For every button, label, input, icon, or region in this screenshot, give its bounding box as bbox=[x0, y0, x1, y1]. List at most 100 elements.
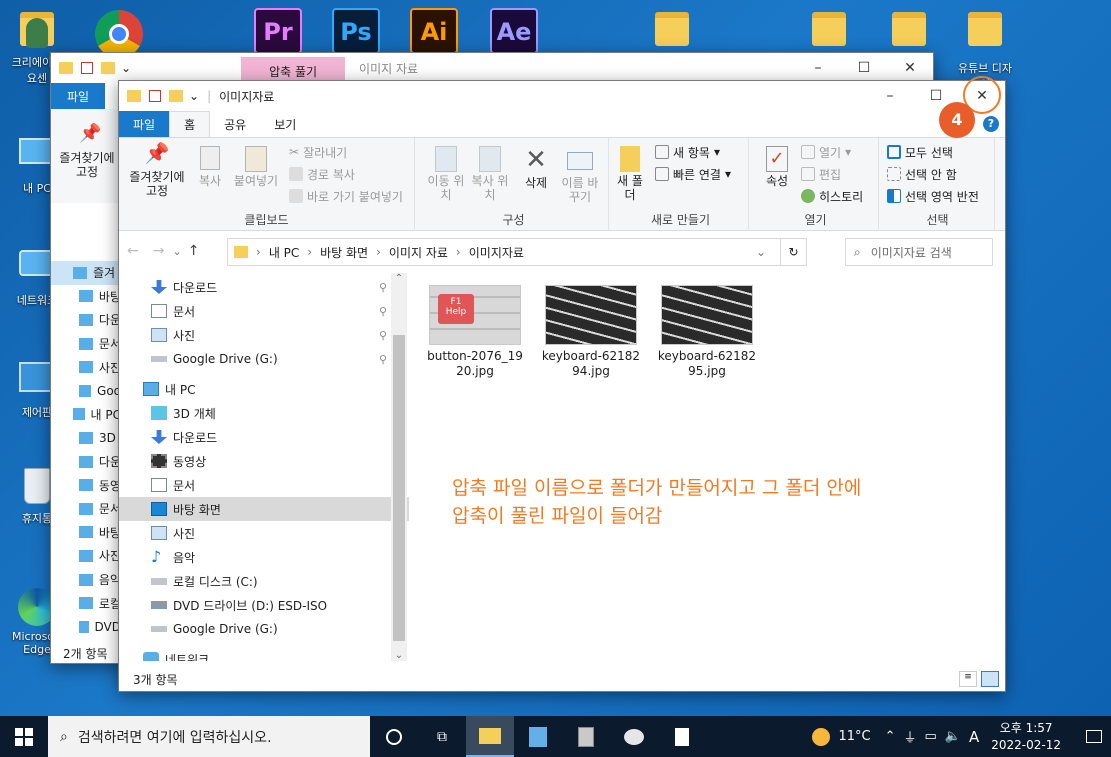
taskbar-calculator[interactable] bbox=[562, 716, 610, 757]
paste-button[interactable]: 붙여넣기 bbox=[231, 146, 281, 188]
breadcrumb-item[interactable]: 바탕 화면 bbox=[320, 244, 368, 261]
back-sidebar-item[interactable]: 로컬 bbox=[51, 591, 121, 615]
file-item[interactable]: keyboard-6218294.jpg bbox=[541, 285, 641, 379]
select-none-button[interactable]: 선택 안 함 bbox=[887, 164, 957, 184]
chevron-down-icon[interactable]: ⌄ bbox=[121, 61, 131, 75]
delete-button[interactable]: ✕ 삭제 bbox=[517, 146, 555, 190]
close-button[interactable]: ✕ bbox=[887, 53, 933, 83]
nav-tree-item[interactable]: 로컬 디스크 (C:) bbox=[119, 569, 409, 593]
nav-tree-item[interactable]: Google Drive (G:) ⚲ bbox=[119, 347, 409, 371]
nav-tree-item[interactable]: 바탕 화면 bbox=[119, 497, 409, 521]
nav-tree-item[interactable]: 3D 개체 bbox=[119, 401, 409, 425]
recent-chevron-icon[interactable]: ⌄ bbox=[172, 245, 181, 258]
pin-icon[interactable]: ⚲ bbox=[379, 305, 387, 318]
nav-tree-item[interactable]: 문서 bbox=[119, 473, 409, 497]
scroll-down-icon[interactable]: ⌄ bbox=[391, 650, 407, 661]
breadcrumb-item[interactable]: 내 PC bbox=[269, 244, 299, 261]
nav-tree-item[interactable]: 사진 bbox=[119, 521, 409, 545]
back-sidebar-item[interactable]: 내 PC bbox=[51, 403, 121, 427]
scroll-thumb[interactable] bbox=[393, 335, 405, 641]
weather-widget[interactable]: 11°C bbox=[812, 727, 871, 746]
nav-tree-item[interactable]: 네트워크 bbox=[119, 647, 409, 661]
nav-tree-item[interactable]: ♪ 음악 bbox=[119, 545, 409, 569]
taskbar-app[interactable] bbox=[514, 716, 562, 757]
premiere-icon[interactable]: Pr bbox=[254, 8, 302, 54]
back-sidebar-item[interactable]: 사진 bbox=[51, 544, 121, 568]
tab-view[interactable]: 보기 bbox=[260, 111, 310, 137]
chevron-down-icon[interactable]: ⌄ bbox=[189, 89, 199, 103]
back-sidebar-item[interactable]: 바탕 bbox=[51, 285, 121, 309]
photoshop-icon[interactable]: Ps bbox=[332, 8, 380, 54]
notification-center-button[interactable] bbox=[1077, 716, 1111, 757]
rename-button[interactable]: 이름 바꾸기 bbox=[557, 146, 603, 204]
back-sidebar-item[interactable]: 다운 bbox=[51, 450, 121, 474]
back-sidebar-item[interactable]: 즐겨 bbox=[51, 261, 121, 285]
folder-icon[interactable] bbox=[812, 12, 846, 46]
copy-button[interactable]: 복사 bbox=[193, 146, 227, 188]
minimize-button[interactable]: – bbox=[795, 53, 841, 83]
nav-tree-item[interactable]: 동영상 bbox=[119, 449, 409, 473]
back-pin-label[interactable]: 즐겨찾기에 고정 bbox=[55, 151, 119, 179]
nav-tree-item[interactable]: DVD 드라이브 (D:) ESD-ISO bbox=[119, 593, 409, 617]
paste-shortcut-button[interactable]: 바로 가기 붙여넣기 bbox=[289, 186, 403, 206]
folder-icon[interactable] bbox=[169, 90, 183, 102]
copy-path-button[interactable]: 경로 복사 bbox=[289, 164, 355, 184]
pin-icon[interactable]: ⚲ bbox=[379, 281, 387, 294]
properties-button[interactable]: ✓ 속성 bbox=[759, 146, 795, 188]
details-view-icon[interactable]: ≡ bbox=[959, 671, 977, 687]
nav-tree-item[interactable]: 내 PC bbox=[119, 377, 409, 401]
file-item[interactable]: F1 Help button-2076_1920.jpg bbox=[425, 285, 525, 379]
nav-tree-item[interactable]: 다운로드 ⚲ bbox=[119, 275, 409, 299]
back-sidebar-item[interactable]: Goo bbox=[51, 379, 121, 403]
tab-home[interactable]: 홈 bbox=[169, 111, 211, 137]
new-folder-button[interactable]: 새 폴더 bbox=[617, 146, 643, 202]
help-icon[interactable]: ? bbox=[983, 116, 999, 132]
search-box[interactable]: ⌕ 이미지자료 검색 bbox=[845, 238, 993, 266]
easy-access-button[interactable]: 빠른 연결 ▾ bbox=[655, 164, 731, 184]
open-button[interactable]: 열기 ▾ bbox=[801, 142, 851, 162]
illustrator-icon[interactable]: Ai bbox=[410, 8, 458, 54]
tray-usb-icon[interactable]: ⏚ bbox=[903, 727, 916, 746]
back-sidebar-item[interactable]: 음악 bbox=[51, 568, 121, 592]
refresh-icon[interactable]: ↻ bbox=[780, 239, 806, 265]
select-all-button[interactable]: 모두 선택 bbox=[887, 142, 953, 162]
maximize-button[interactable]: ☐ bbox=[841, 53, 887, 83]
back-sidebar-item[interactable]: 3D bbox=[51, 426, 121, 450]
taskbar-search[interactable]: ⌕ 검색하려면 여기에 입력하십시오. bbox=[48, 716, 370, 757]
breadcrumb-item[interactable]: 이미지자료 bbox=[469, 244, 524, 261]
back-ribbon-tab-file[interactable]: 파일 bbox=[51, 83, 105, 109]
nav-tree-item[interactable]: 문서 ⚲ bbox=[119, 299, 409, 323]
address-bar[interactable]: › 내 PC › 바탕 화면 › 이미지 자료 › 이미지자료 ⌄ ↻ bbox=[227, 238, 807, 266]
scroll-up-icon[interactable]: ⌃ bbox=[391, 273, 407, 289]
file-item[interactable]: keyboard-6218295.jpg bbox=[657, 285, 757, 379]
tab-file[interactable]: 파일 bbox=[119, 111, 170, 137]
tab-share[interactable]: 공유 bbox=[210, 111, 260, 137]
new-item-button[interactable]: 새 항목 ▾ bbox=[655, 142, 720, 162]
invert-selection-button[interactable]: 선택 영역 반전 bbox=[887, 186, 979, 206]
task-view-button[interactable]: ⧉ bbox=[418, 716, 466, 757]
back-sidebar-item[interactable]: 동영 bbox=[51, 473, 121, 497]
folder-icon[interactable] bbox=[655, 12, 689, 46]
edit-button[interactable]: 편집 bbox=[801, 164, 841, 184]
taskbar-file-explorer[interactable] bbox=[466, 716, 514, 757]
back-sidebar-item[interactable]: 다운 bbox=[51, 308, 121, 332]
large-icons-view-icon[interactable] bbox=[981, 671, 999, 687]
cortana-button[interactable] bbox=[370, 716, 418, 757]
copy-to-button[interactable]: 복사 위치 bbox=[469, 146, 511, 202]
taskbar-document[interactable] bbox=[658, 716, 706, 757]
pin-to-quick-access-button[interactable]: 📌 즐겨찾기에 고정 bbox=[125, 143, 189, 198]
up-arrow-icon[interactable]: ↑ bbox=[188, 243, 200, 259]
breadcrumb-item[interactable]: 이미지 자료 bbox=[389, 244, 448, 261]
taskbar-paint[interactable] bbox=[610, 716, 658, 757]
scrollbar[interactable]: ⌃ ⌄ bbox=[391, 273, 407, 661]
explorer-window[interactable]: ⌄ | 이미지자료 – ☐ ✕ 파일 홈 공유 보기 ⌄ ? 📌 즐겨찾기에 고… bbox=[118, 80, 1006, 692]
move-to-button[interactable]: 이동 위치 bbox=[425, 146, 467, 202]
after-effects-icon[interactable]: Ae bbox=[490, 8, 538, 54]
volume-icon[interactable]: 🔈 bbox=[945, 729, 961, 744]
pin-icon[interactable]: ⚲ bbox=[379, 353, 387, 366]
folder-icon[interactable] bbox=[892, 12, 926, 46]
cut-button[interactable]: ✂ 잘라내기 bbox=[289, 142, 347, 162]
clock[interactable]: 오후 1:57 2022-02-12 bbox=[991, 720, 1061, 754]
pin-icon[interactable]: ⚲ bbox=[379, 329, 387, 342]
checkbox-icon[interactable] bbox=[149, 90, 161, 102]
